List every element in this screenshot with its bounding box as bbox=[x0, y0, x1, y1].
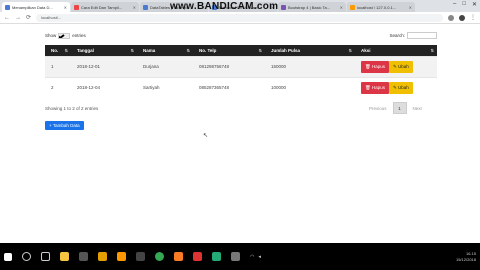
wifi-icon: ◠ bbox=[250, 253, 255, 260]
show-label: Show bbox=[45, 33, 57, 38]
browser-tab[interactable]: Bootstrap 4 | Basic Ta... ✕ bbox=[278, 2, 346, 12]
cell-telp: 085287365748 bbox=[193, 76, 265, 98]
entries-select[interactable]: 10 bbox=[58, 32, 71, 39]
browser-tab[interactable]: Cara Edit Dan Tampil... ✕ bbox=[71, 2, 139, 12]
app-icon[interactable] bbox=[193, 252, 202, 261]
column-header-telp[interactable]: No. Telp ⇅ bbox=[193, 45, 265, 56]
table-row: 2 2018-12-04 Sartiyah 085287365748 10000… bbox=[45, 76, 437, 98]
sort-icon: ⇅ bbox=[430, 48, 434, 53]
page-icon bbox=[281, 4, 286, 10]
search-label: Search: bbox=[389, 33, 405, 38]
browser-icon[interactable] bbox=[98, 252, 107, 261]
table-header-row: No. ⇅ Tanggal ⇅ Nama ⇅ No. Telp ⇅ Jumlah Pul… bbox=[45, 45, 437, 56]
delete-button[interactable]: 🗑 Hapus bbox=[361, 60, 389, 73]
page-icon bbox=[5, 4, 10, 10]
page-1-button[interactable]: 1 bbox=[392, 102, 407, 114]
close-icon[interactable]: ✕ bbox=[340, 5, 343, 10]
entries-label: entries bbox=[72, 33, 86, 38]
page-icon bbox=[350, 4, 355, 10]
browser-tab[interactable]: localhost / 127.0.0.1... ✕ bbox=[347, 2, 415, 12]
address-bar: ← → ⟳ localhost/... ⋮ bbox=[0, 12, 480, 24]
cell-pulsa: 150000 bbox=[265, 55, 355, 77]
next-button[interactable]: Next bbox=[413, 106, 422, 111]
search-input[interactable] bbox=[407, 32, 437, 39]
extension-icon[interactable] bbox=[448, 14, 454, 21]
forward-button[interactable]: → bbox=[15, 15, 21, 21]
cell-no: 1 bbox=[45, 55, 71, 77]
cell-aksi: 🗑 Hapus ✎ Ubah bbox=[355, 76, 437, 98]
search-icon[interactable] bbox=[22, 252, 31, 261]
sublime-icon[interactable] bbox=[117, 252, 126, 261]
column-header-no[interactable]: No. ⇅ bbox=[45, 45, 71, 56]
terminal-icon[interactable] bbox=[136, 252, 145, 261]
start-icon[interactable] bbox=[4, 252, 12, 261]
volume-icon: ◂ bbox=[258, 253, 261, 260]
close-icon[interactable]: ✕ bbox=[409, 5, 412, 10]
reload-button[interactable]: ⟳ bbox=[26, 14, 31, 21]
clock[interactable]: 16.15 15/12/2018 bbox=[456, 251, 476, 263]
sort-icon: ⇅ bbox=[186, 48, 190, 53]
maximize-button[interactable]: □ bbox=[462, 1, 466, 8]
sort-icon: ⇅ bbox=[64, 48, 68, 53]
sort-icon: ⇅ bbox=[258, 48, 262, 53]
pagination: Previous 1 Next bbox=[369, 102, 422, 114]
column-header-tanggal[interactable]: Tanggal ⇅ bbox=[71, 45, 137, 56]
app-icon[interactable] bbox=[231, 252, 240, 261]
cell-tanggal: 2018-12-04 bbox=[71, 76, 137, 98]
page-icon bbox=[143, 4, 148, 10]
page-icon bbox=[74, 4, 79, 10]
sort-icon: ⇅ bbox=[348, 48, 352, 53]
close-window-button[interactable]: ✕ bbox=[472, 1, 477, 8]
close-icon[interactable]: ✕ bbox=[133, 5, 136, 10]
cell-nama: Durjana bbox=[137, 55, 193, 77]
xampp-icon[interactable] bbox=[174, 252, 183, 261]
app-icon[interactable] bbox=[212, 252, 221, 261]
file-explorer-icon[interactable] bbox=[60, 252, 69, 261]
add-data-button[interactable]: + Tambah Data bbox=[45, 121, 84, 130]
menu-icon[interactable]: ⋮ bbox=[470, 14, 476, 21]
previous-button[interactable]: Previous bbox=[369, 106, 387, 111]
minimize-button[interactable]: – bbox=[453, 1, 456, 8]
edit-button[interactable]: ✎ Ubah bbox=[388, 60, 413, 73]
recording-watermark: www.BANDICAM.com bbox=[170, 1, 279, 12]
chrome-icon[interactable] bbox=[155, 252, 164, 261]
cell-aksi: 🗑 Hapus ✎ Ubah bbox=[355, 55, 437, 77]
column-header-nama[interactable]: Nama ⇅ bbox=[137, 45, 193, 56]
cell-tanggal: 2018-12-01 bbox=[71, 55, 137, 77]
table-controls: Show 10 entries Search: bbox=[45, 32, 437, 39]
cell-no: 2 bbox=[45, 76, 71, 98]
page-content: Show 10 entries Search: No. ⇅ Tanggal ⇅ Na… bbox=[0, 24, 480, 243]
browser-tab[interactable]: Menampilkan Data D... ✕ bbox=[2, 2, 70, 12]
back-button[interactable]: ← bbox=[4, 15, 10, 21]
data-table: No. ⇅ Tanggal ⇅ Nama ⇅ No. Telp ⇅ Jumlah Pul… bbox=[45, 45, 437, 98]
sort-icon: ⇅ bbox=[130, 48, 134, 53]
table-row: 1 2018-12-01 Durjana 081298756748 150000… bbox=[45, 55, 437, 77]
edit-button[interactable]: ✎ Ubah bbox=[388, 81, 413, 94]
os-taskbar: ◠ ◂ 16.15 15/12/2018 bbox=[0, 243, 480, 270]
column-header-aksi[interactable]: Aksi ⇅ bbox=[355, 45, 437, 56]
store-icon[interactable] bbox=[79, 252, 88, 261]
system-tray[interactable]: ◠ ◂ bbox=[250, 254, 261, 260]
table-info: Showing 1 to 2 of 2 entries bbox=[45, 106, 99, 111]
close-icon[interactable]: ✕ bbox=[64, 5, 67, 10]
task-view-icon[interactable] bbox=[41, 252, 50, 261]
url-input[interactable]: localhost/... bbox=[36, 13, 443, 22]
cell-nama: Sartiyah bbox=[137, 76, 193, 98]
delete-button[interactable]: 🗑 Hapus bbox=[361, 81, 389, 94]
window-controls: – □ ✕ bbox=[453, 1, 477, 8]
cell-pulsa: 100000 bbox=[265, 76, 355, 98]
mouse-cursor-icon: ↖ bbox=[203, 133, 209, 139]
search-group: Search: bbox=[389, 32, 437, 39]
cell-telp: 081298756748 bbox=[193, 55, 265, 77]
extension-icon[interactable] bbox=[459, 14, 465, 21]
column-header-pulsa[interactable]: Jumlah Pulsa ⇅ bbox=[265, 45, 355, 56]
